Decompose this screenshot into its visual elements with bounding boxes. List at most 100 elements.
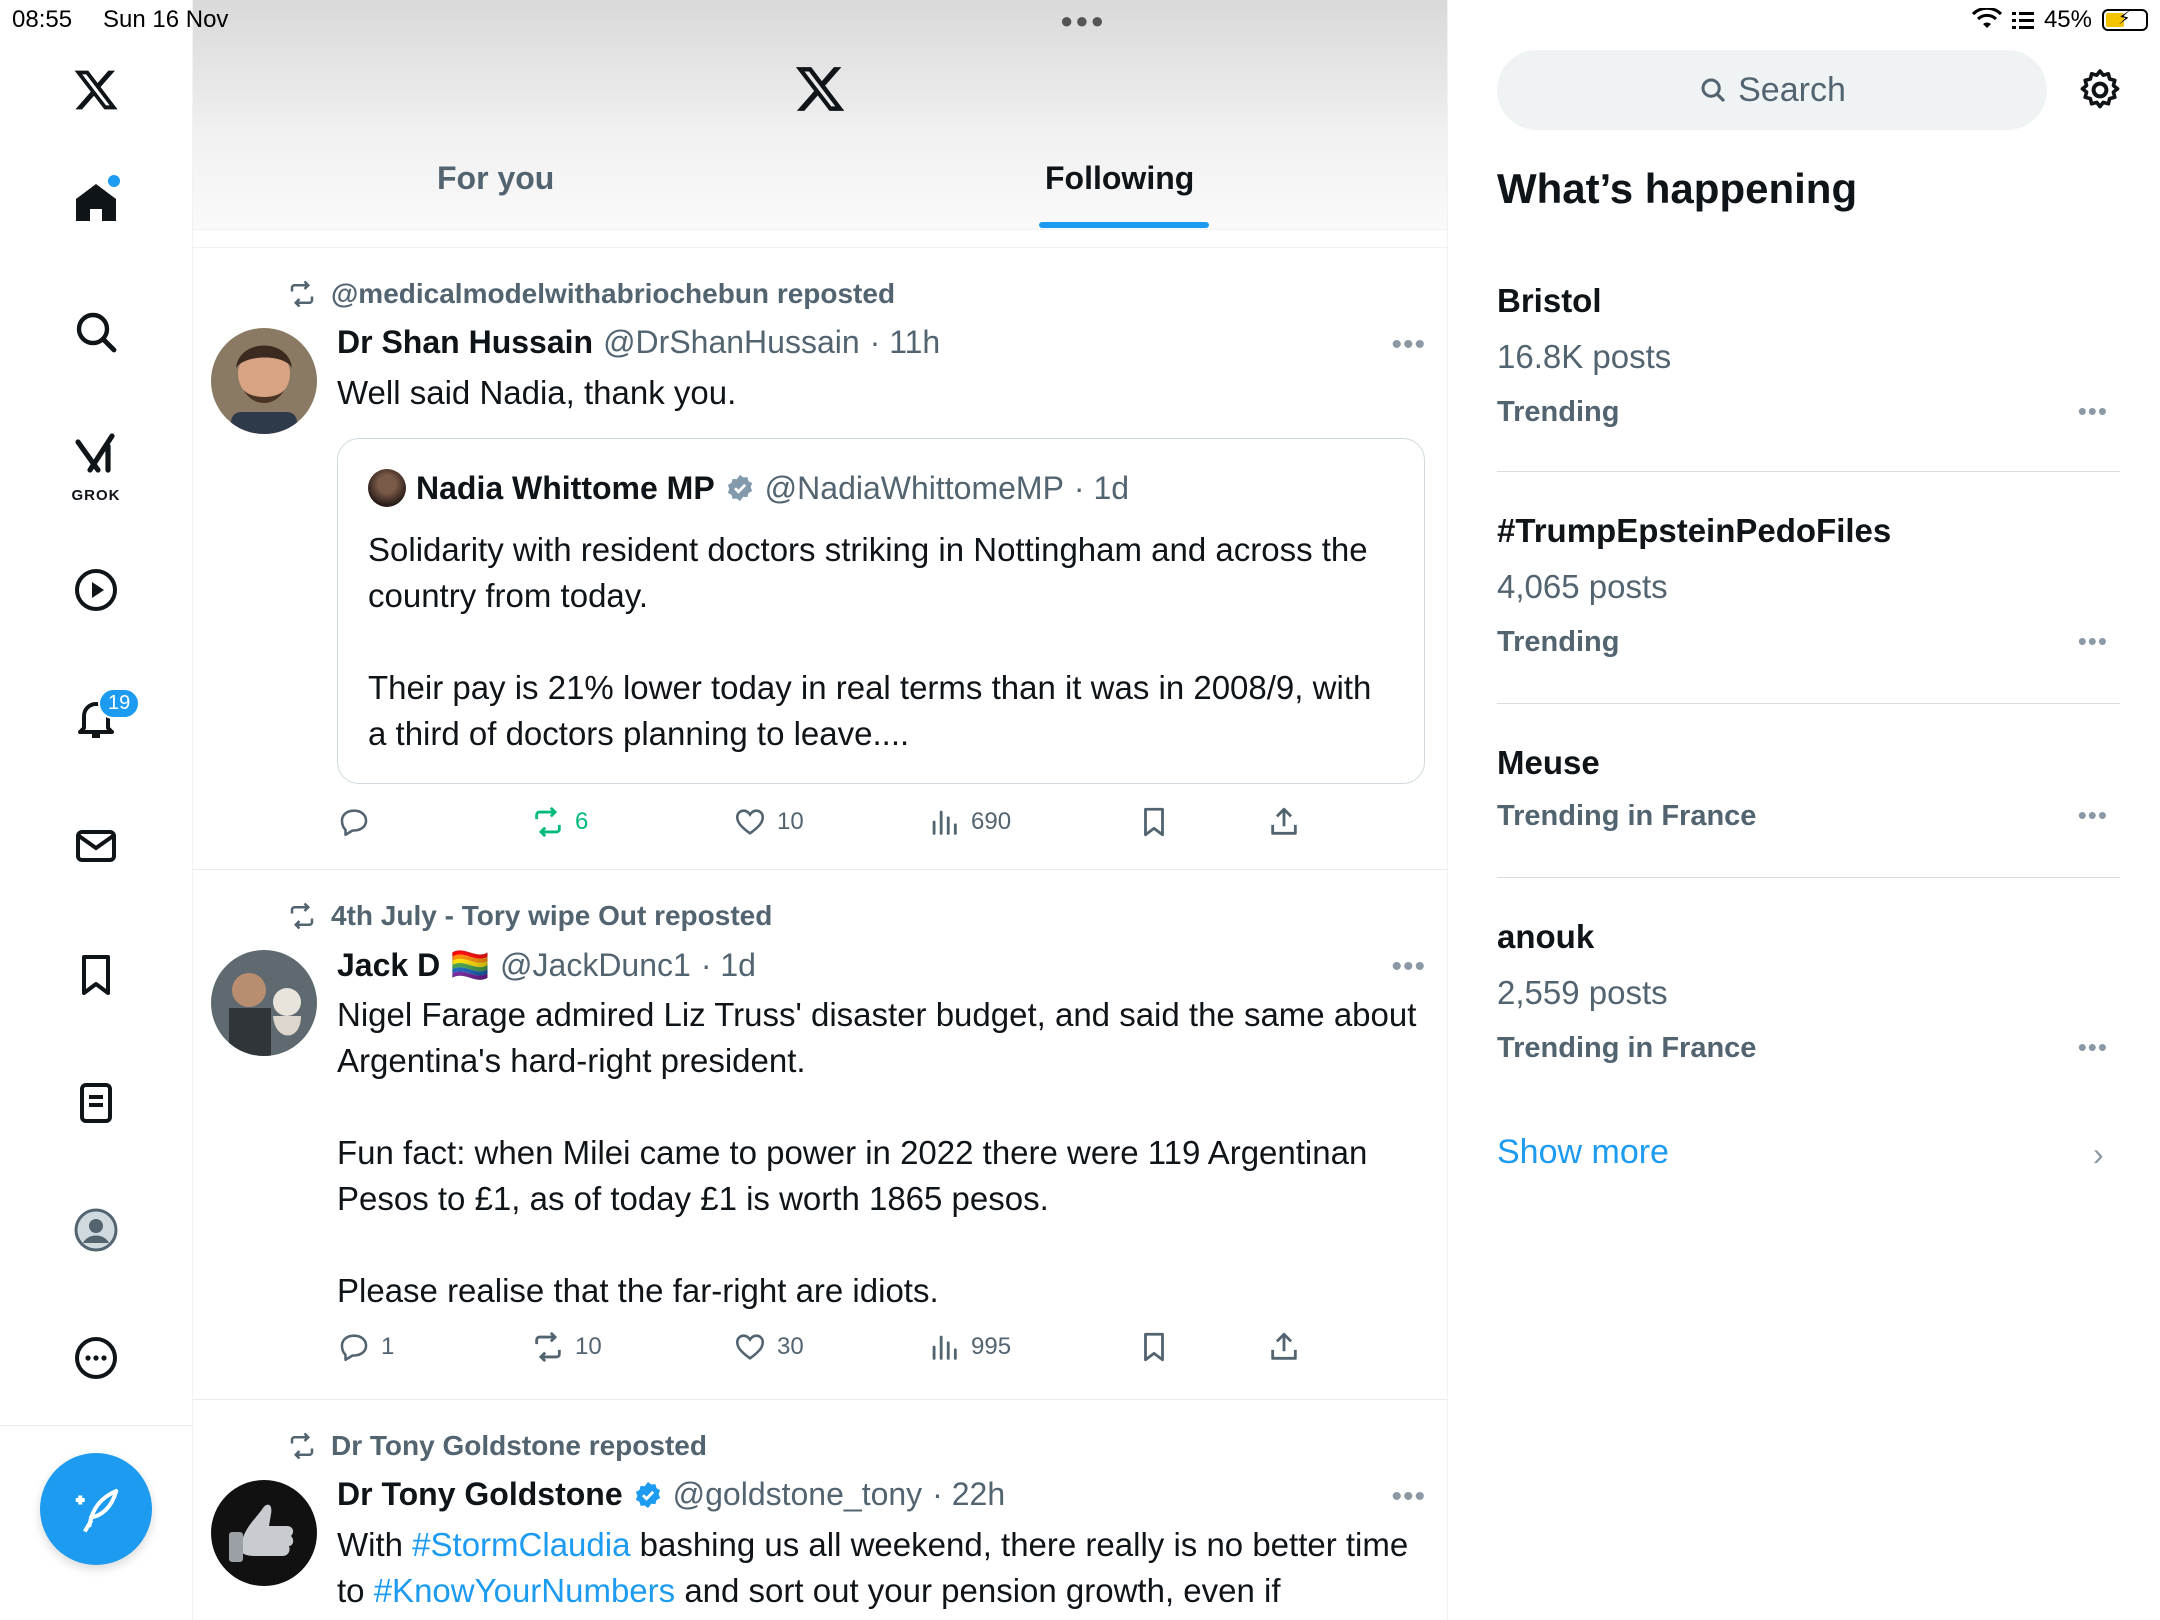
compose-button[interactable] <box>40 1453 152 1565</box>
views-button[interactable]: 690 <box>927 805 1011 839</box>
nav-messages[interactable] <box>56 806 136 886</box>
timeline: For you Following @medicalmodelwithabrio… <box>193 0 1448 1620</box>
show-more-link[interactable]: Show more <box>1497 1133 1669 1172</box>
repost-count: 6 <box>575 808 589 835</box>
reply-button[interactable]: 1 <box>337 1330 394 1364</box>
nav-bookmarks[interactable] <box>56 935 136 1015</box>
x-logo-icon[interactable] <box>56 50 136 130</box>
text-segment: With <box>337 1526 413 1563</box>
repost-icon <box>535 806 561 838</box>
nav-home[interactable] <box>56 163 136 243</box>
reply-count: 1 <box>381 1333 395 1360</box>
trend-item[interactable]: Meuse Trending in France ••• <box>1497 704 2120 878</box>
trend-name: Meuse <box>1497 744 1600 781</box>
search-input[interactable]: Search <box>1497 50 2047 130</box>
views-count: 995 <box>971 1333 1012 1360</box>
like-button[interactable]: 10 <box>733 805 804 839</box>
hashtag-link[interactable]: #StormClaudia <box>412 1526 630 1563</box>
post-time[interactable]: · 1d <box>701 947 756 984</box>
views-count: 690 <box>971 808 1012 835</box>
more-icon <box>75 1337 117 1379</box>
nav-grok[interactable]: GROK <box>56 418 136 508</box>
author-name[interactable]: Dr Shan Hussain <box>337 324 593 361</box>
repost-icon <box>290 902 314 930</box>
tab-for-you[interactable]: For you <box>437 160 554 197</box>
views-icon <box>932 1335 957 1360</box>
share-button[interactable] <box>1267 805 1301 839</box>
avatar[interactable] <box>211 950 317 1056</box>
bookmark-button[interactable] <box>1137 805 1171 839</box>
post[interactable]: Dr Tony Goldstone reposted Dr Tony Golds… <box>193 1400 1447 1620</box>
share-button[interactable] <box>1267 1330 1301 1364</box>
bookmark-button[interactable] <box>1137 1330 1171 1364</box>
author-name[interactable]: Dr Tony Goldstone <box>337 1476 623 1513</box>
multitask-dots-icon[interactable]: ●●● <box>1060 8 1106 34</box>
notifications-badge: 19 <box>98 688 141 719</box>
trend-item[interactable]: Bristol 16.8K posts Trending ••• <box>1497 262 2120 472</box>
nav-explore[interactable] <box>56 292 136 372</box>
post-header: Dr Shan Hussain @DrShanHussain · 11h <box>337 324 940 361</box>
profile-icon <box>74 1208 118 1252</box>
trend-item[interactable]: #TrumpEpsteinPedoFiles 4,065 posts Trend… <box>1497 472 2120 704</box>
trend-more-icon[interactable]: ••• <box>2078 800 2108 831</box>
trend-item[interactable]: anouk 2,559 posts Trending in France ••• <box>1497 878 2120 1088</box>
nav-more[interactable] <box>56 1318 136 1398</box>
quote-author-name: Nadia Whittome MP <box>416 469 715 506</box>
repost-button[interactable]: 6 <box>531 805 588 839</box>
nav-lists[interactable] <box>56 1063 136 1143</box>
post-more-icon[interactable]: ••• <box>1391 950 1426 984</box>
trend-context: Trending in France <box>1497 1032 1757 1064</box>
post[interactable]: 4th July - Tory wipe Out reposted Jack D… <box>193 870 1447 1400</box>
quote-time: · 1d <box>1073 469 1130 506</box>
verified-icon <box>635 1481 660 1508</box>
chevron-right-icon[interactable]: › <box>2093 1136 2104 1173</box>
repost-by: Dr Tony Goldstone reposted <box>331 1430 707 1461</box>
avatar[interactable] <box>211 1480 317 1586</box>
repost-icon <box>290 1432 314 1460</box>
trend-context: Trending in France <box>1497 800 1757 832</box>
author-handle[interactable]: @DrShanHussain <box>603 324 860 361</box>
x-logo-icon[interactable] <box>793 62 847 116</box>
text-segment: and sort out your pension growth, even i… <box>675 1572 1281 1609</box>
like-count: 10 <box>777 808 804 835</box>
post-more-icon[interactable]: ••• <box>1391 328 1426 362</box>
nav-profile[interactable] <box>56 1190 136 1270</box>
trend-context: Trending <box>1497 626 1620 658</box>
avatar[interactable] <box>211 328 317 434</box>
nav-video[interactable] <box>56 550 136 630</box>
post-more-icon[interactable]: ••• <box>1391 1480 1426 1514</box>
active-tab-indicator <box>1039 222 1209 228</box>
trend-name: anouk <box>1497 918 1595 955</box>
bookmark-icon <box>1144 807 1164 837</box>
repost-button[interactable]: 10 <box>531 1330 602 1364</box>
bookmark-icon <box>82 955 110 995</box>
share-icon <box>1271 807 1297 835</box>
tab-following[interactable]: Following <box>1045 160 1194 197</box>
status-right: 45% ⚡ <box>1971 6 2148 34</box>
right-sidebar: Search What’s happening Bristol 16.8K po… <box>1449 0 2160 1620</box>
author-handle[interactable]: @JackDunc1 <box>500 947 691 984</box>
author-handle[interactable]: @goldstone_tony <box>673 1476 923 1513</box>
post[interactable]: @medicalmodelwithabriochebun reposted Dr… <box>193 248 1447 870</box>
search-placeholder: Search <box>1738 70 1846 109</box>
repost-by: 4th July - Tory wipe Out reposted <box>331 900 773 931</box>
like-button[interactable]: 30 <box>733 1330 804 1364</box>
quoted-post[interactable]: Nadia Whittome MP @NadiaWhittomeMP · 1d … <box>337 438 1425 784</box>
trend-more-icon[interactable]: ••• <box>2078 1032 2108 1063</box>
nav-notifications[interactable]: 19 <box>56 678 141 758</box>
like-icon <box>735 1334 765 1360</box>
author-name[interactable]: Jack D <box>337 947 440 984</box>
status-time: 08:55 <box>12 6 73 33</box>
post-time[interactable]: · 11h <box>870 324 941 361</box>
hashtag-link[interactable]: #KnowYourNumbers <box>374 1572 675 1609</box>
post-text: Well said Nadia, thank you. <box>337 374 737 411</box>
left-nav: GROK 19 <box>0 0 193 1620</box>
trend-more-icon[interactable]: ••• <box>2078 626 2108 657</box>
views-button[interactable]: 995 <box>927 1330 1011 1364</box>
list-icon <box>80 1083 112 1123</box>
reply-button[interactable] <box>337 805 381 839</box>
gear-icon[interactable] <box>2076 66 2124 114</box>
repost-context: Dr Tony Goldstone reposted <box>285 1430 707 1462</box>
post-time[interactable]: · 22h <box>932 1476 1005 1513</box>
trend-more-icon[interactable]: ••• <box>2078 396 2108 427</box>
